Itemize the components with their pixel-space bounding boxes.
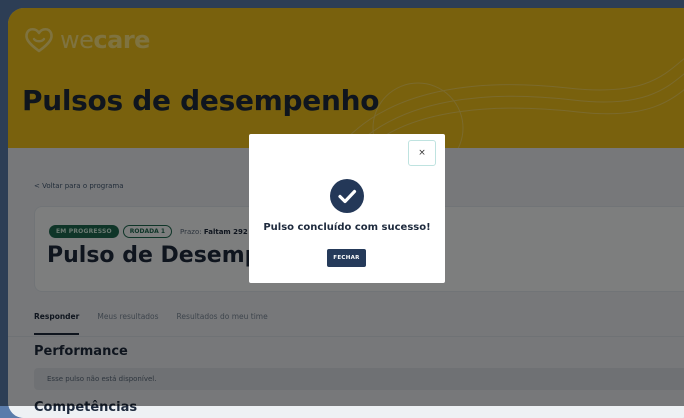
close-icon: × [418,148,426,158]
check-circle-icon [330,179,364,213]
success-modal: × Pulso concluído com sucesso! FECHAR [249,134,445,283]
close-modal-button[interactable]: FECHAR [327,249,366,267]
modal-message: Pulso concluído com sucesso! [263,222,431,233]
close-button[interactable]: × [408,140,436,166]
